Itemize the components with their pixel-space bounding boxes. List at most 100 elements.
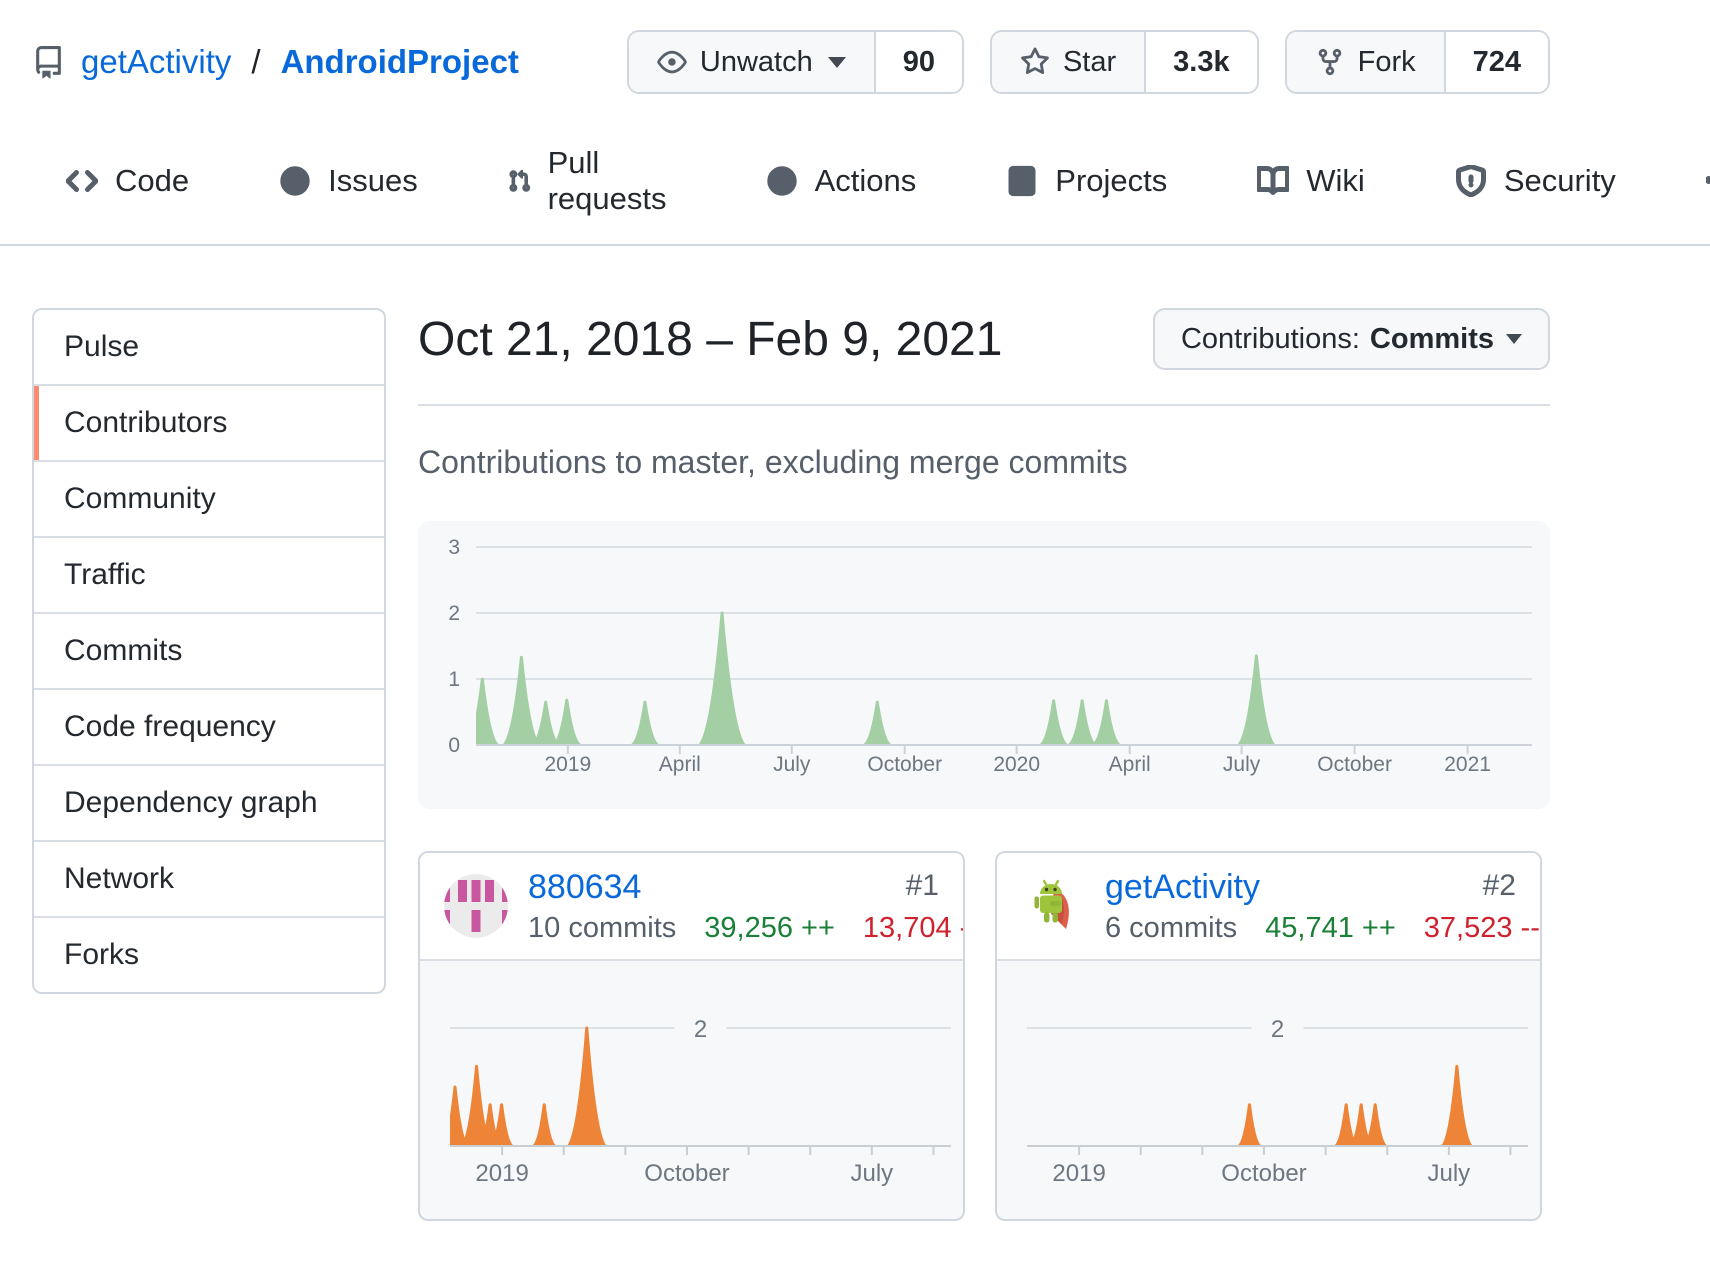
contributor-1-chart: 22019OctoberJuly bbox=[420, 961, 963, 1219]
contributor-card-1-header: 880634 10 commits 39,256 ++ 13,704 -- #1 bbox=[420, 853, 963, 961]
repo-breadcrumb: getActivity / AndroidProject bbox=[32, 43, 519, 81]
tab-wiki-label: Wiki bbox=[1306, 163, 1365, 199]
tab-code-label: Code bbox=[115, 163, 189, 199]
svg-text:July: July bbox=[1427, 1160, 1470, 1187]
svg-text:July: July bbox=[773, 753, 811, 776]
contributor-name-link[interactable]: getActivity bbox=[1105, 870, 1260, 904]
repo-name-link[interactable]: AndroidProject bbox=[281, 43, 519, 81]
tab-actions[interactable]: Actions bbox=[756, 136, 927, 226]
android-mascot-avatar[interactable] bbox=[1021, 874, 1085, 938]
commit-count: 6 commits bbox=[1105, 914, 1237, 943]
caret-down-icon bbox=[1506, 334, 1522, 344]
tab-issues[interactable]: Issues bbox=[269, 136, 428, 226]
kebab-icon bbox=[1706, 165, 1710, 197]
svg-text:April: April bbox=[1109, 753, 1151, 776]
svg-text:2019: 2019 bbox=[545, 753, 592, 776]
tab-code[interactable]: Code bbox=[56, 136, 199, 226]
tab-pull-requests[interactable]: Pull requests bbox=[498, 118, 686, 244]
date-range-title: Oct 21, 2018 – Feb 9, 2021 bbox=[418, 312, 1002, 367]
fork-button-group: Fork 724 bbox=[1285, 30, 1550, 94]
play-icon bbox=[766, 165, 798, 197]
tab-pull-requests-label: Pull requests bbox=[548, 145, 676, 217]
repo-owner-link[interactable]: getActivity bbox=[81, 43, 231, 81]
fork-button[interactable]: Fork bbox=[1287, 32, 1444, 92]
contributor-name-link[interactable]: 880634 bbox=[528, 870, 641, 904]
unwatch-label: Unwatch bbox=[700, 46, 813, 79]
fork-label: Fork bbox=[1358, 46, 1416, 79]
deletions: 37,523 -- bbox=[1424, 914, 1540, 943]
contributor-card-1: 880634 10 commits 39,256 ++ 13,704 -- #1… bbox=[418, 851, 965, 1221]
project-icon bbox=[1006, 165, 1038, 197]
tab-issues-label: Issues bbox=[328, 163, 418, 199]
svg-text:2: 2 bbox=[694, 1016, 707, 1043]
sidebar-item-pulse[interactable]: Pulse bbox=[34, 310, 384, 384]
book-icon bbox=[1257, 165, 1289, 197]
svg-text:2021: 2021 bbox=[1444, 753, 1491, 776]
pull-request-icon bbox=[508, 165, 531, 197]
contributor-rank: #2 bbox=[1483, 869, 1516, 903]
contributor-card-2: getActivity 6 commits 45,741 ++ 37,523 -… bbox=[995, 851, 1542, 1221]
sidebar-item-contributors[interactable]: Contributors bbox=[34, 384, 384, 460]
filter-label: Contributions: bbox=[1181, 323, 1360, 356]
watch-count-badge[interactable]: 90 bbox=[874, 32, 962, 92]
svg-text:2019: 2019 bbox=[475, 1160, 528, 1187]
fork-count-badge[interactable]: 724 bbox=[1444, 32, 1548, 92]
svg-text:October: October bbox=[1317, 753, 1392, 776]
additions: 39,256 ++ bbox=[704, 914, 835, 943]
svg-text:0: 0 bbox=[448, 734, 460, 757]
code-icon bbox=[66, 165, 98, 197]
repo-icon bbox=[32, 46, 65, 79]
main-commits-chart: 01232019AprilJulyOctober2020AprilJulyOct… bbox=[418, 521, 1550, 809]
tab-more-menu[interactable] bbox=[1696, 138, 1710, 224]
sidebar-item-dependency-graph[interactable]: Dependency graph bbox=[34, 764, 384, 840]
svg-text:April: April bbox=[659, 753, 701, 776]
svg-text:July: July bbox=[1223, 753, 1261, 776]
eye-icon bbox=[657, 47, 687, 77]
sidebar-item-code-frequency[interactable]: Code frequency bbox=[34, 688, 384, 764]
sidebar-item-network[interactable]: Network bbox=[34, 840, 384, 916]
sidebar-item-forks[interactable]: Forks bbox=[34, 916, 384, 992]
svg-text:2020: 2020 bbox=[993, 753, 1040, 776]
issue-icon bbox=[279, 165, 311, 197]
identicon-avatar[interactable] bbox=[444, 874, 508, 938]
contributor-card-2-header: getActivity 6 commits 45,741 ++ 37,523 -… bbox=[997, 853, 1540, 961]
star-label: Star bbox=[1063, 46, 1116, 79]
fork-icon bbox=[1315, 47, 1345, 77]
tab-security[interactable]: Security bbox=[1445, 136, 1626, 226]
tab-wiki[interactable]: Wiki bbox=[1247, 136, 1375, 226]
svg-text:3: 3 bbox=[448, 536, 460, 559]
unwatch-button[interactable]: Unwatch bbox=[629, 32, 874, 92]
contributions-subtitle: Contributions to master, excluding merge… bbox=[418, 444, 1550, 481]
repo-separator: / bbox=[247, 43, 264, 81]
tab-projects[interactable]: Projects bbox=[996, 136, 1177, 226]
deletions: 13,704 -- bbox=[863, 914, 965, 943]
contributions-filter-button[interactable]: Contributions: Commits bbox=[1153, 308, 1550, 370]
watch-button-group: Unwatch 90 bbox=[627, 30, 964, 94]
contributor-rank: #1 bbox=[906, 869, 939, 903]
star-icon bbox=[1020, 47, 1050, 77]
sidebar-item-community[interactable]: Community bbox=[34, 460, 384, 536]
contributor-cards: 880634 10 commits 39,256 ++ 13,704 -- #1… bbox=[418, 851, 1550, 1221]
tab-actions-label: Actions bbox=[815, 163, 917, 199]
title-divider bbox=[418, 404, 1550, 406]
svg-text:2019: 2019 bbox=[1052, 1160, 1105, 1187]
svg-text:October: October bbox=[867, 753, 942, 776]
contributor-2-chart: 2 2019 October July bbox=[997, 961, 1540, 1219]
star-button[interactable]: Star bbox=[992, 32, 1144, 92]
tab-security-label: Security bbox=[1504, 163, 1616, 199]
star-count-badge[interactable]: 3.3k bbox=[1144, 32, 1256, 92]
repo-actions: Unwatch 90 Star 3.3k Fork 724 bbox=[627, 30, 1550, 94]
caret-down-icon bbox=[828, 57, 846, 68]
insights-sidebar: Pulse Contributors Community Traffic Com… bbox=[32, 308, 386, 994]
sidebar-item-commits[interactable]: Commits bbox=[34, 612, 384, 688]
svg-text:October: October bbox=[644, 1160, 729, 1187]
filter-value: Commits bbox=[1370, 323, 1494, 356]
svg-text:October: October bbox=[1221, 1160, 1306, 1187]
svg-text:2: 2 bbox=[448, 602, 460, 625]
repo-header: getActivity / AndroidProject Unwatch 90 … bbox=[32, 0, 1550, 94]
repo-tab-bar: Code Issues Pull requests Actions Projec… bbox=[0, 118, 1710, 246]
star-button-group: Star 3.3k bbox=[990, 30, 1259, 94]
svg-text:2: 2 bbox=[1271, 1016, 1284, 1043]
sidebar-item-traffic[interactable]: Traffic bbox=[34, 536, 384, 612]
tab-projects-label: Projects bbox=[1055, 163, 1167, 199]
